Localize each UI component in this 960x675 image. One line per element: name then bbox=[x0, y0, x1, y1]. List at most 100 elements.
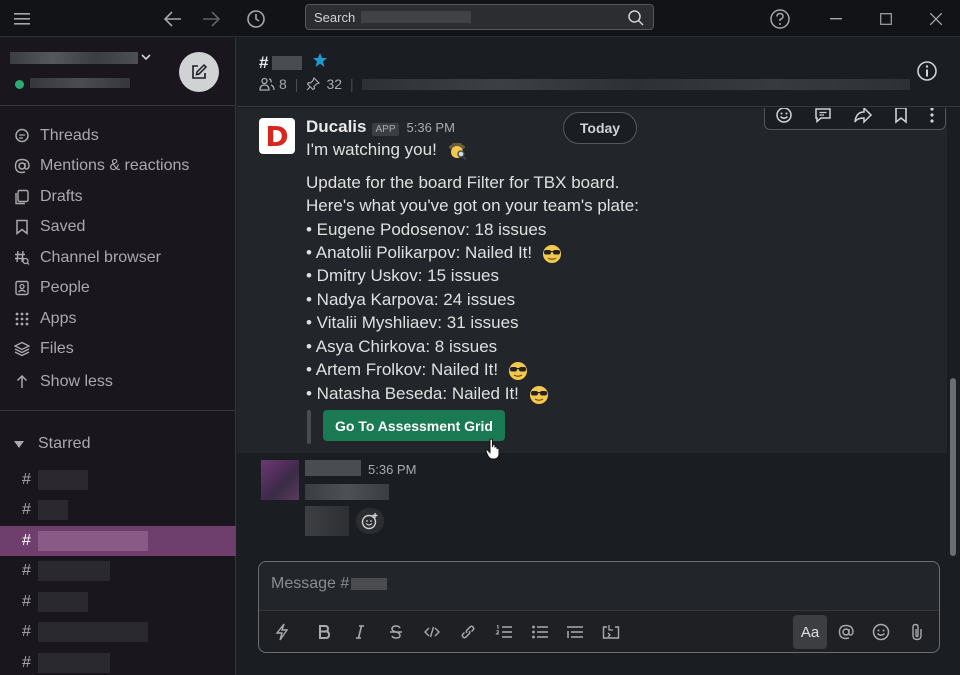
sidebar-item-label: Mentions & reactions bbox=[40, 157, 190, 174]
user-avatar[interactable] bbox=[261, 460, 299, 500]
sidebar-item-mentions[interactable]: Mentions & reactions bbox=[0, 151, 236, 181]
message-composer[interactable]: Message # Aa bbox=[258, 561, 940, 653]
workspace-name-redacted[interactable] bbox=[10, 52, 138, 64]
sidebar-item-label: Channel browser bbox=[40, 249, 161, 266]
pinned-count-button[interactable]: 32 bbox=[306, 76, 342, 92]
sidebar-channel[interactable]: # bbox=[0, 587, 236, 617]
channel-browser-icon bbox=[13, 249, 31, 267]
sidebar-item-apps[interactable]: Apps bbox=[0, 304, 236, 334]
files-icon bbox=[13, 340, 31, 358]
sidebar-item-threads[interactable]: Threads bbox=[0, 121, 236, 151]
member-count-button[interactable]: 8 bbox=[259, 76, 287, 92]
maximize-icon[interactable] bbox=[868, 0, 904, 37]
channel-title[interactable]: # bbox=[259, 52, 328, 73]
sunglasses-emoji-icon bbox=[542, 244, 561, 263]
detective-emoji-icon bbox=[448, 142, 467, 160]
members-icon bbox=[259, 77, 275, 91]
message-timestamp[interactable]: 5:36 PM bbox=[407, 120, 455, 135]
message-line: Update for the board Filter for TBX boar… bbox=[306, 173, 620, 192]
more-actions-icon[interactable] bbox=[929, 108, 935, 129]
sidebar-channel[interactable]: # bbox=[0, 648, 236, 675]
share-message-icon[interactable] bbox=[853, 108, 873, 129]
bold-icon[interactable] bbox=[309, 611, 339, 653]
sidebar-channel[interactable]: # bbox=[0, 465, 236, 495]
at-icon bbox=[13, 157, 31, 175]
message-text-redacted bbox=[305, 484, 389, 500]
sidebar-channel[interactable]: # bbox=[0, 617, 236, 647]
chevron-down-icon[interactable] bbox=[141, 50, 151, 64]
message-actions-toolbar bbox=[764, 108, 946, 130]
hash-icon: # bbox=[22, 623, 31, 640]
star-icon[interactable] bbox=[312, 52, 328, 73]
hash-icon: # bbox=[22, 562, 31, 579]
go-to-assessment-grid-button[interactable]: Go To Assessment Grid bbox=[323, 410, 505, 441]
link-icon[interactable] bbox=[453, 611, 483, 653]
reply-in-thread-icon[interactable] bbox=[814, 108, 832, 129]
scrollbar[interactable] bbox=[950, 378, 956, 556]
sidebar-item-label: Apps bbox=[40, 310, 77, 327]
message-reaction-redacted[interactable] bbox=[305, 506, 349, 536]
hash-icon: # bbox=[22, 654, 31, 671]
starred-section-header[interactable]: Starred bbox=[14, 435, 90, 453]
attach-paperclip-icon[interactable] bbox=[902, 611, 932, 653]
assignee-item: • Asya Chirkova: 8 issues bbox=[306, 337, 497, 357]
sidebar-channel-active[interactable]: # bbox=[0, 526, 236, 556]
assignee-item: • Dmitry Uskov: 15 issues bbox=[306, 266, 499, 286]
sidebar-item-channel-browser[interactable]: Channel browser bbox=[0, 243, 236, 273]
drafts-icon bbox=[13, 188, 31, 206]
ducalis-avatar[interactable]: D bbox=[259, 118, 295, 154]
assignee-text: • Anatolii Polikarpov: Nailed It! bbox=[306, 243, 533, 262]
sidebar-item-drafts[interactable]: Drafts bbox=[0, 182, 236, 212]
sidebar-channel[interactable]: # bbox=[0, 495, 236, 525]
shortcuts-lightning-icon[interactable] bbox=[267, 611, 297, 653]
mention-at-icon[interactable] bbox=[831, 611, 861, 653]
sidebar-item-label: Saved bbox=[40, 218, 86, 235]
history-clock-icon[interactable] bbox=[238, 0, 274, 37]
pin-icon bbox=[307, 77, 321, 91]
compose-button[interactable] bbox=[179, 52, 219, 92]
bulleted-list-icon[interactable] bbox=[525, 611, 555, 653]
numbered-list-icon[interactable] bbox=[489, 611, 519, 653]
help-icon[interactable] bbox=[762, 0, 798, 37]
italic-icon[interactable] bbox=[345, 611, 375, 653]
add-reaction-button[interactable] bbox=[356, 508, 384, 534]
channel-topic-redacted[interactable] bbox=[361, 78, 910, 90]
sidebar-item-label: Threads bbox=[40, 127, 99, 144]
message-text: I'm watching you! bbox=[306, 140, 437, 159]
sidebar-item-files[interactable]: Files bbox=[0, 334, 236, 364]
forward-arrow-icon[interactable] bbox=[193, 0, 229, 37]
minimize-icon[interactable] bbox=[818, 0, 854, 37]
date-divider-today[interactable]: Today bbox=[563, 112, 637, 144]
message-input[interactable]: Message # bbox=[271, 575, 388, 593]
caret-down-icon bbox=[14, 440, 24, 448]
assignee-item: • Natasha Beseda: Nailed It! bbox=[306, 384, 550, 405]
add-reaction-icon[interactable] bbox=[775, 108, 793, 129]
message-timestamp[interactable]: 5:36 PM bbox=[368, 462, 416, 477]
sidebar-divider bbox=[0, 410, 236, 411]
hash-icon: # bbox=[22, 501, 31, 518]
back-arrow-icon[interactable] bbox=[155, 0, 191, 37]
code-block-icon[interactable] bbox=[596, 611, 626, 653]
info-icon[interactable] bbox=[916, 60, 938, 87]
sender-name[interactable]: Ducalis bbox=[306, 117, 366, 137]
workspace-header[interactable] bbox=[0, 38, 236, 106]
menu-icon[interactable] bbox=[4, 0, 40, 37]
sender-name-redacted[interactable] bbox=[305, 460, 361, 476]
save-bookmark-icon[interactable] bbox=[894, 108, 908, 129]
strikethrough-icon[interactable] bbox=[381, 611, 411, 653]
close-icon[interactable] bbox=[918, 0, 954, 37]
hash-icon: # bbox=[22, 532, 31, 549]
emoji-icon[interactable] bbox=[866, 611, 896, 653]
sidebar-item-people[interactable]: People bbox=[0, 273, 236, 303]
sidebar-channel[interactable]: # bbox=[0, 556, 236, 586]
assignee-item: • Nadya Karpova: 24 issues bbox=[306, 290, 515, 310]
search-input[interactable]: Search bbox=[305, 4, 654, 30]
sidebar-item-show-less[interactable]: Show less bbox=[0, 367, 236, 397]
code-icon[interactable] bbox=[417, 611, 447, 653]
assignee-item: • Anatolii Polikarpov: Nailed It! bbox=[306, 243, 563, 264]
sidebar-item-saved[interactable]: Saved bbox=[0, 212, 236, 242]
blockquote-icon[interactable] bbox=[560, 611, 590, 653]
formatting-toggle-button[interactable]: Aa bbox=[793, 615, 827, 649]
channel-name-redacted bbox=[38, 622, 148, 642]
channel-meta: 8 | 32 | bbox=[259, 76, 910, 92]
